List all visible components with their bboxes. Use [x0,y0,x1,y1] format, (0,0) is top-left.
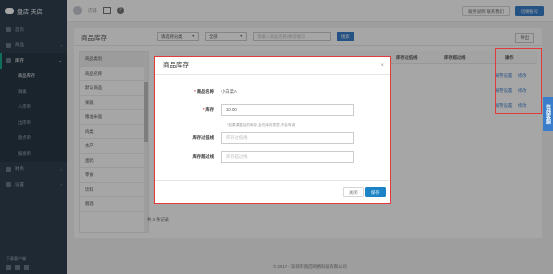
form-label-text: 库存 [205,107,214,112]
form-label: *商品名称 [155,89,221,95]
save-button[interactable]: 保存 [365,187,386,197]
help-text: *如果调整后的库存,会在库存表里,不会有减 [227,123,296,127]
modal-title: 商品库存 [163,62,189,69]
form-row-warn-high: 库存超过线 库存超过线 [155,151,392,163]
form-label: *库存 [155,107,221,113]
required-mark: * [194,89,196,94]
online-service-tab[interactable]: 在线客服 [543,97,553,131]
modal-header: 商品库存 × [155,57,390,75]
warn-low-field[interactable]: 库存过低线 [221,132,354,144]
stock-field[interactable]: 10.00 [221,104,354,116]
form-row-warn-low: 库存过低线 库存过低线 [155,132,392,144]
close-icon[interactable]: × [380,57,384,75]
form-row-name: *商品名称 小白菜A [155,86,392,98]
highlight-box [495,48,542,114]
form-label-text: 商品名称 [196,89,214,94]
stock-modal: 商品库存 × *商品名称 小白菜A *库存 10.00 *如果调整后的库存,会在… [154,56,391,204]
modal-footer: 关闭 保存 [155,180,389,203]
form-label: 库存过低线 [192,135,214,140]
form-row-stock: *库存 10.00 [155,104,392,116]
product-name-value: 小白菜A [221,89,237,94]
form-label: 库存超过线 [192,154,214,159]
warn-high-field[interactable]: 库存超过线 [221,151,354,163]
close-button[interactable]: 关闭 [343,187,364,197]
